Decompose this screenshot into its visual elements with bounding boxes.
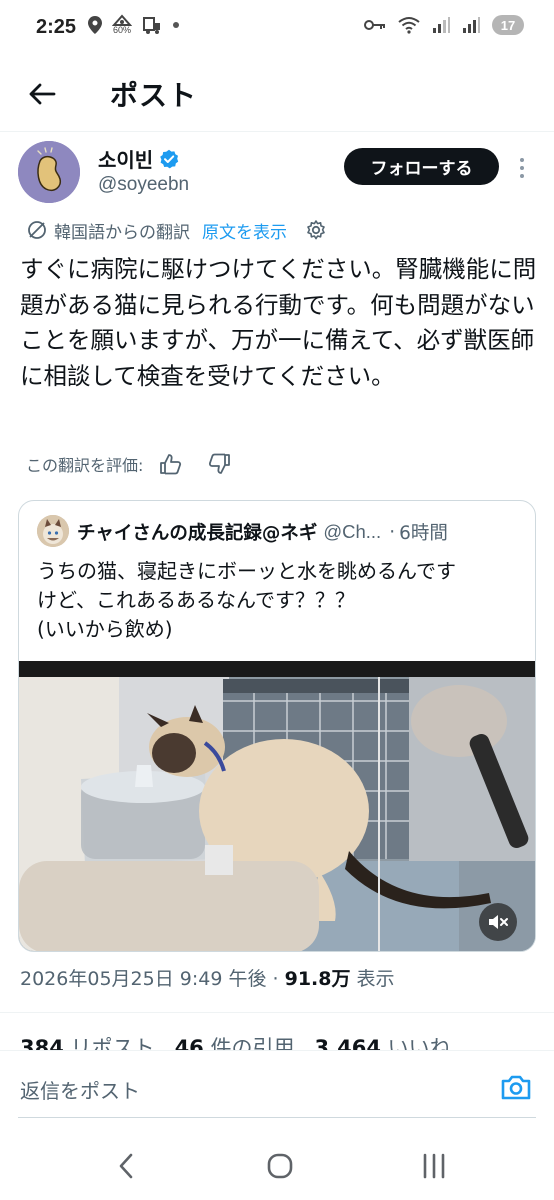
author-handle[interactable]: @soyeebn <box>98 174 189 196</box>
more-options-button[interactable] <box>512 152 532 184</box>
post-datetime: 2026年05月25日 9:49 午後 <box>20 968 267 990</box>
rate-bad-button[interactable] <box>207 453 231 475</box>
quoted-author-handle: @Ch... <box>323 521 382 542</box>
home-circle-icon <box>267 1153 293 1179</box>
likes-count: 3,464 <box>314 1036 381 1050</box>
eco-icon: 60% <box>112 14 132 35</box>
cat-avatar-image <box>37 515 69 547</box>
translate-icon <box>28 221 46 239</box>
gear-icon <box>307 220 325 240</box>
engagement-stats: 384 リポスト 46 件の引用 3,464 いいね <box>20 1032 451 1050</box>
arrow-left-icon <box>29 83 56 105</box>
wifi-icon <box>398 17 420 34</box>
views-count: 91.8万 <box>284 968 351 990</box>
signal-icon <box>433 17 450 33</box>
key-icon <box>364 20 385 30</box>
page-title: ポスト <box>110 79 198 112</box>
show-original-link[interactable]: 原文を表示 <box>202 218 287 243</box>
likes-stat[interactable]: 3,464 いいね <box>315 1036 451 1050</box>
author-avatar[interactable] <box>18 141 80 203</box>
quoted-author-name: チャイさんの成長記録@ネギ <box>77 523 318 544</box>
quoted-separator: · <box>389 521 396 543</box>
reposts-label: リポスト <box>70 1036 155 1050</box>
more-vertical-icon <box>520 158 524 162</box>
reply-input[interactable]: 返信をポスト <box>20 1075 140 1104</box>
delivery-icon <box>143 16 160 34</box>
bean-avatar-image <box>18 141 80 203</box>
likes-label: いいね <box>387 1036 451 1050</box>
rate-label: この翻訳を評価: <box>26 456 144 475</box>
status-left-icons: 60% <box>88 14 180 35</box>
quoted-video[interactable] <box>19 661 535 951</box>
views-label: 表示 <box>356 968 395 990</box>
quotes-stat[interactable]: 46 件の引用 <box>175 1036 295 1050</box>
volume-mute-icon <box>489 915 508 929</box>
status-right-icons: 17 <box>364 15 524 35</box>
reply-underline <box>18 1117 536 1118</box>
follow-button[interactable]: フォローする <box>344 148 499 185</box>
quoted-time: 6時間 <box>399 523 448 544</box>
status-time: 2:25 <box>36 16 77 38</box>
author-name-row[interactable]: 소이빈 <box>98 144 179 173</box>
top-app-bar: ポスト <box>0 58 554 132</box>
quoted-post-card[interactable]: チャイさんの成長記録@ネギ @Ch... · 6時間 うちの猫、寝起きにボーッと… <box>18 500 536 952</box>
divider <box>0 1012 554 1013</box>
post-meta: 2026年05月25日 9:49 午後 · 91.8万 表示 <box>20 964 395 991</box>
battery-icon: 17 <box>492 15 524 35</box>
quotes-label: 件の引用 <box>210 1036 295 1050</box>
reposts-count: 384 <box>20 1036 64 1050</box>
dot-icon <box>173 21 179 28</box>
rate-good-button[interactable] <box>159 453 183 475</box>
author-name: 소이빈 <box>98 148 154 172</box>
quoted-author-avatar[interactable] <box>37 515 69 547</box>
nav-home-button[interactable] <box>260 1146 300 1186</box>
reposts-stat[interactable]: 384 リポスト <box>20 1036 155 1050</box>
quoted-text-line: (いいから飲め) <box>37 617 173 641</box>
signal-icon <box>463 17 480 33</box>
status-bar: 2:25 60% 17 <box>0 0 554 58</box>
quoted-text-line: うちの猫、寝起きにボーッと水を眺めるんです <box>37 559 456 583</box>
recents-icon <box>423 1153 445 1179</box>
quoted-text: うちの猫、寝起きにボーッと水を眺めるんです けど、これあるあるなんです？？？ (… <box>37 557 523 644</box>
nav-back-button[interactable] <box>106 1146 146 1186</box>
mute-button[interactable] <box>479 903 517 941</box>
nav-recents-button[interactable] <box>414 1146 454 1186</box>
quotes-count: 46 <box>174 1036 204 1050</box>
quoted-text-line: けど、これあるあるなんです？？？ <box>37 588 355 612</box>
translation-settings-button[interactable] <box>305 219 327 241</box>
camera-icon <box>501 1075 531 1100</box>
back-chevron-icon <box>119 1153 133 1179</box>
eco-percent: 60% <box>112 25 131 35</box>
tweet-text: すぐに病院に駆けつけてください。腎臓機能に問題がある猫に見られる行動です。何も問… <box>20 255 537 390</box>
quoted-author-row: チャイさんの成長記録@ネギ @Ch... · 6時間 <box>77 519 448 545</box>
location-icon <box>88 15 102 34</box>
meta-separator: · <box>272 968 279 990</box>
cat-drinking-video-image <box>19 661 535 951</box>
thumbs-down-icon <box>209 453 231 474</box>
camera-button[interactable] <box>498 1071 534 1103</box>
reply-composer: 返信をポスト <box>0 1050 554 1122</box>
rate-translation-row: この翻訳を評価: <box>26 450 231 478</box>
translation-label: 韓国語からの翻訳 <box>54 222 190 243</box>
system-navigation-bar <box>0 1126 554 1200</box>
thumbs-up-icon <box>160 454 182 475</box>
translation-row: 韓国語からの翻訳 原文を表示 <box>26 216 327 244</box>
verified-badge-icon <box>160 149 179 168</box>
back-button[interactable] <box>22 74 62 114</box>
